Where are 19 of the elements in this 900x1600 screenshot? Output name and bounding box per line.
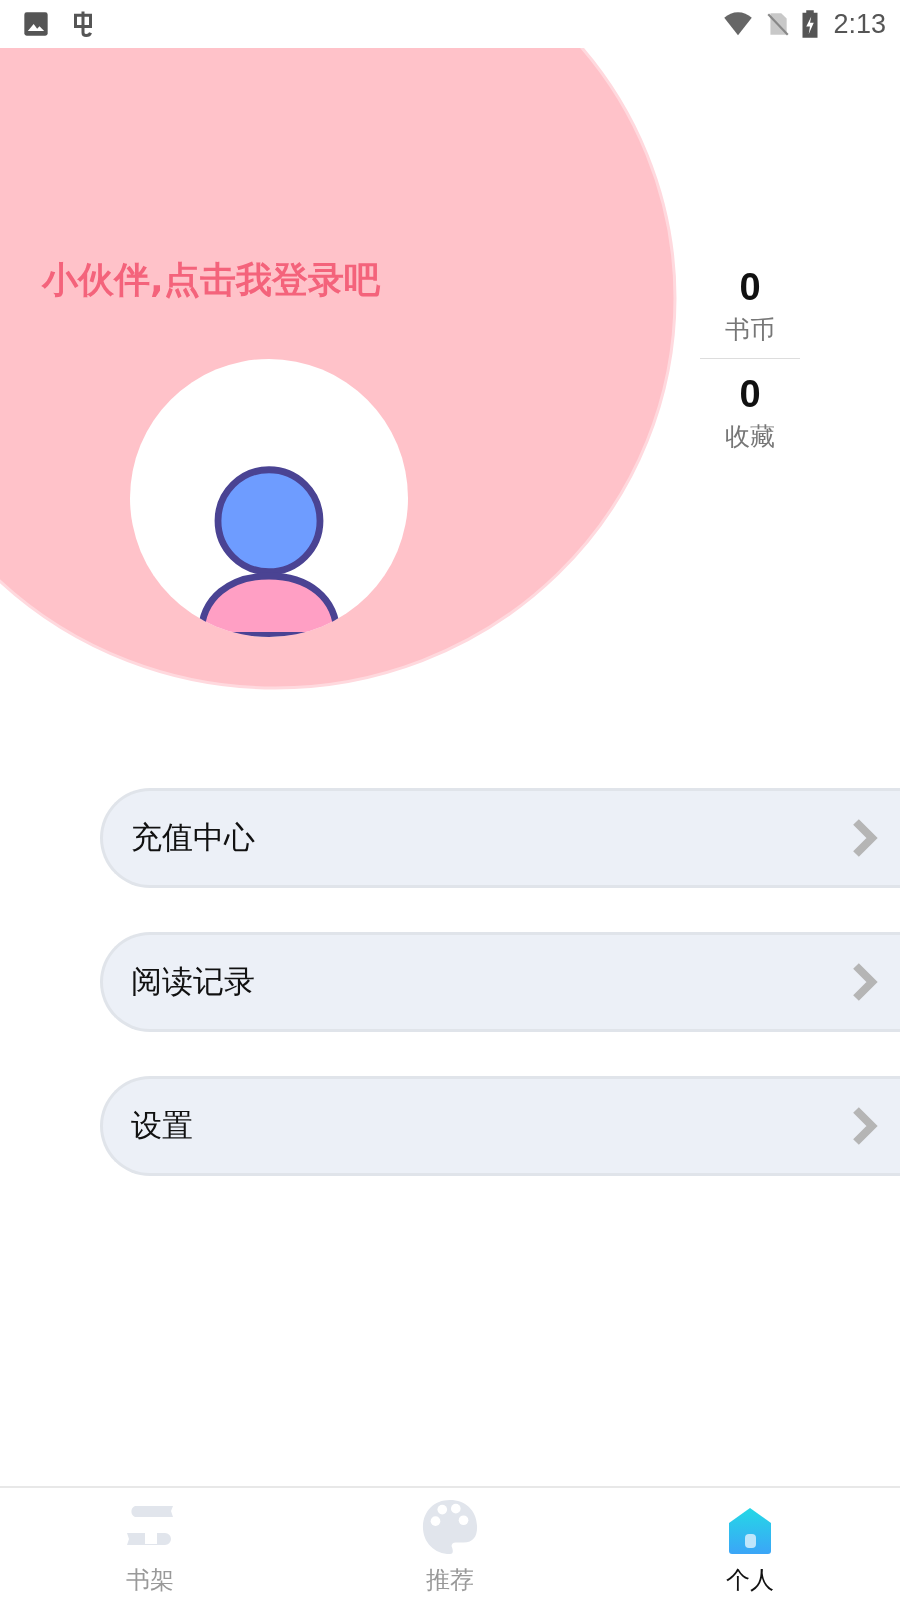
chevron-right-icon (850, 1106, 880, 1146)
stat-label: 收藏 (725, 421, 775, 453)
menu-item-label: 设置 (131, 1106, 193, 1145)
nav-tab[interactable]: 个人 (600, 1488, 900, 1600)
battery-charging-icon (801, 9, 820, 39)
stat-value: 0 (739, 266, 761, 309)
menu-item[interactable]: 设置 (100, 1076, 900, 1176)
stat-label: 书币 (725, 314, 775, 346)
image-icon (22, 10, 50, 38)
chevron-right-icon (850, 962, 880, 1002)
palette-icon (421, 1498, 479, 1556)
menu-item-label: 阅读记录 (131, 962, 255, 1001)
menu-item-label: 充值中心 (131, 818, 255, 857)
status-time: 2:13 (833, 8, 886, 40)
house-icon (727, 1506, 773, 1556)
menu-item[interactable]: 充值中心 (100, 788, 900, 888)
menu-item[interactable]: 阅读记录 (100, 932, 900, 1032)
stat-value: 0 (739, 373, 761, 416)
chevron-right-icon (850, 818, 880, 858)
